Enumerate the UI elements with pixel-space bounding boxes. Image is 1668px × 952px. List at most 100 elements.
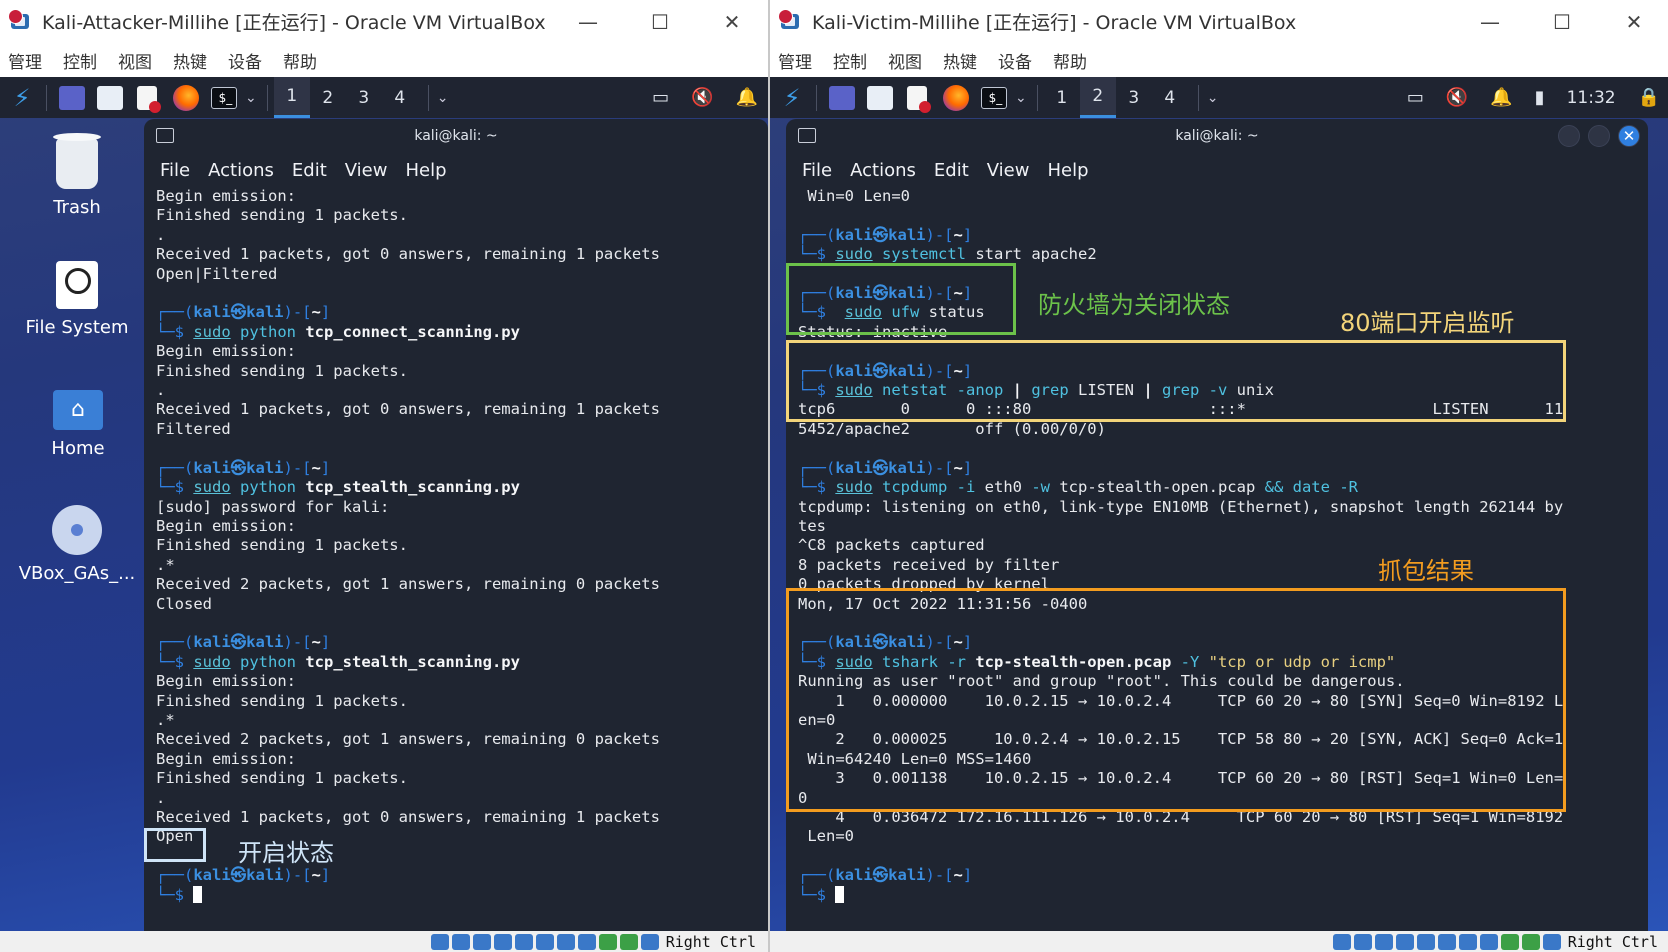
desktop-icon[interactable] — [829, 85, 855, 110]
title-bar[interactable]: Kali-Attacker-Millihe [正在运行] - Oracle VM… — [0, 0, 768, 43]
workspace-4[interactable]: 4 — [1152, 77, 1188, 118]
bell-icon[interactable]: 🔔 — [736, 87, 758, 108]
kali-logo-icon[interactable]: ⚡ — [778, 84, 806, 112]
term-menu-help[interactable]: Help — [405, 160, 446, 181]
folder-icon[interactable] — [867, 85, 893, 110]
term-menu-edit[interactable]: Edit — [292, 160, 327, 181]
text-editor-icon[interactable] — [137, 85, 161, 113]
terminal-titlebar[interactable]: kali@kali: ~ ✕ — [786, 119, 1648, 153]
recording-icon[interactable] — [577, 933, 596, 950]
term-menu-actions[interactable]: Actions — [208, 160, 274, 181]
text-editor-icon[interactable] — [907, 85, 931, 113]
menu-hotkey[interactable]: 热键 — [943, 48, 977, 73]
minimize-button[interactable]: — — [1454, 0, 1526, 43]
firefox-icon[interactable] — [943, 84, 969, 111]
maximize-button[interactable]: ☐ — [624, 0, 696, 43]
terminal-output[interactable]: Begin emission: Finished sending 1 packe… — [144, 187, 768, 905]
title-bar[interactable]: Kali-Victim-Millihe [正在运行] - Oracle VM V… — [770, 0, 1668, 43]
menu-control[interactable]: 控制 — [833, 48, 867, 73]
firefox-icon[interactable] — [173, 84, 199, 111]
workspace-2[interactable]: 2 — [1079, 77, 1116, 118]
terminal-titlebar[interactable]: kali@kali: ~ — [144, 119, 768, 153]
cpu-icon[interactable] — [598, 933, 617, 950]
folder-icon[interactable] — [97, 85, 123, 110]
display-icon[interactable] — [556, 933, 575, 950]
workspace-3[interactable]: 3 — [346, 77, 382, 118]
maximize-button[interactable]: ☐ — [1526, 0, 1598, 43]
bell-icon[interactable]: 🔔 — [1490, 87, 1512, 108]
usb-icon[interactable] — [1416, 933, 1435, 950]
term-menu-file[interactable]: File — [802, 160, 832, 181]
menu-hotkey[interactable]: 热键 — [173, 48, 207, 73]
term-menu-edit[interactable]: Edit — [934, 160, 969, 181]
desktop-vbox-cd[interactable]: VBox_GAs_... — [17, 505, 137, 584]
term-menu-file[interactable]: File — [160, 160, 190, 181]
shared-folder-icon[interactable] — [1437, 933, 1456, 950]
menu-control[interactable]: 控制 — [63, 48, 97, 73]
mouse-integration-icon[interactable] — [619, 933, 638, 950]
workspace-2[interactable]: 2 — [310, 77, 346, 118]
workspace-4[interactable]: 4 — [382, 77, 418, 118]
desktop-icon[interactable] — [59, 85, 85, 110]
minimize-button[interactable]: — — [552, 0, 624, 43]
desktop-file-system[interactable]: File System — [17, 261, 137, 338]
cpu-icon[interactable] — [1500, 933, 1519, 950]
menu-devices[interactable]: 设备 — [998, 48, 1032, 73]
chevron-down-icon[interactable]: ⌄ — [1015, 90, 1027, 106]
keyboard-icon[interactable] — [1542, 933, 1561, 950]
menu-view[interactable]: 视图 — [118, 48, 152, 73]
attacker-terminal[interactable]: kali@kali: ~ File Actions Edit View Help… — [144, 119, 768, 931]
hdd-icon[interactable] — [430, 933, 449, 950]
battery-icon[interactable]: ▮ — [1535, 87, 1545, 108]
menu-devices[interactable]: 设备 — [228, 48, 262, 73]
usb-icon[interactable] — [514, 933, 533, 950]
workspace-3[interactable]: 3 — [1116, 77, 1152, 118]
network-icon[interactable] — [1395, 933, 1414, 950]
terminal-minimize-button[interactable] — [1558, 125, 1580, 147]
chevron-down-icon[interactable]: ⌄ — [437, 90, 449, 106]
terminal-icon[interactable]: $_ — [211, 86, 237, 109]
clock[interactable]: 11:32 — [1567, 88, 1616, 108]
menu-manage[interactable]: 管理 — [8, 48, 42, 73]
term-menu-actions[interactable]: Actions — [850, 160, 916, 181]
workspace-1[interactable]: 1 — [273, 77, 310, 118]
display-icon[interactable] — [1458, 933, 1477, 950]
chevron-down-icon[interactable]: ⌄ — [1207, 90, 1219, 106]
shared-folder-icon[interactable] — [535, 933, 554, 950]
close-button[interactable]: ✕ — [1598, 0, 1668, 43]
cd-icon[interactable] — [1353, 933, 1372, 950]
menu-manage[interactable]: 管理 — [778, 48, 812, 73]
terminal-maximize-button[interactable] — [1588, 125, 1610, 147]
terminal-close-button[interactable]: ✕ — [1618, 125, 1640, 147]
menu-help[interactable]: 帮助 — [283, 48, 317, 73]
display-icon[interactable]: ▭ — [652, 87, 669, 108]
menu-view[interactable]: 视图 — [888, 48, 922, 73]
audio-icon[interactable] — [1374, 933, 1393, 950]
recording-icon[interactable] — [1479, 933, 1498, 950]
host-key-label: Right Ctrl — [1567, 932, 1658, 951]
term-menu-view[interactable]: View — [345, 160, 388, 181]
menu-help[interactable]: 帮助 — [1053, 48, 1087, 73]
window-title: Kali-Victim-Millihe [正在运行] - Oracle VM V… — [812, 12, 1297, 34]
mute-icon[interactable]: 🔇 — [1446, 87, 1468, 108]
network-icon[interactable] — [493, 933, 512, 950]
term-menu-view[interactable]: View — [987, 160, 1030, 181]
desktop-home[interactable]: ⌂ Home — [18, 390, 138, 459]
kali-logo-icon[interactable]: ⚡ — [8, 84, 36, 112]
workspace-1[interactable]: 1 — [1044, 77, 1080, 118]
mute-icon[interactable]: 🔇 — [691, 87, 713, 108]
term-menu-help[interactable]: Help — [1047, 160, 1088, 181]
text-cursor — [193, 885, 203, 903]
chevron-down-icon[interactable]: ⌄ — [245, 90, 257, 106]
keyboard-icon[interactable] — [640, 933, 659, 950]
close-button[interactable]: ✕ — [696, 0, 768, 43]
cd-icon[interactable] — [451, 933, 470, 950]
audio-icon[interactable] — [472, 933, 491, 950]
desktop-trash[interactable]: Trash — [17, 133, 137, 218]
terminal-icon[interactable]: $_ — [981, 86, 1007, 109]
hdd-icon[interactable] — [1332, 933, 1351, 950]
display-icon[interactable]: ▭ — [1407, 87, 1424, 108]
annotation-open-state: 开启状态 — [238, 839, 334, 867]
mouse-integration-icon[interactable] — [1521, 933, 1540, 950]
lock-icon[interactable]: 🔒 — [1638, 87, 1660, 108]
